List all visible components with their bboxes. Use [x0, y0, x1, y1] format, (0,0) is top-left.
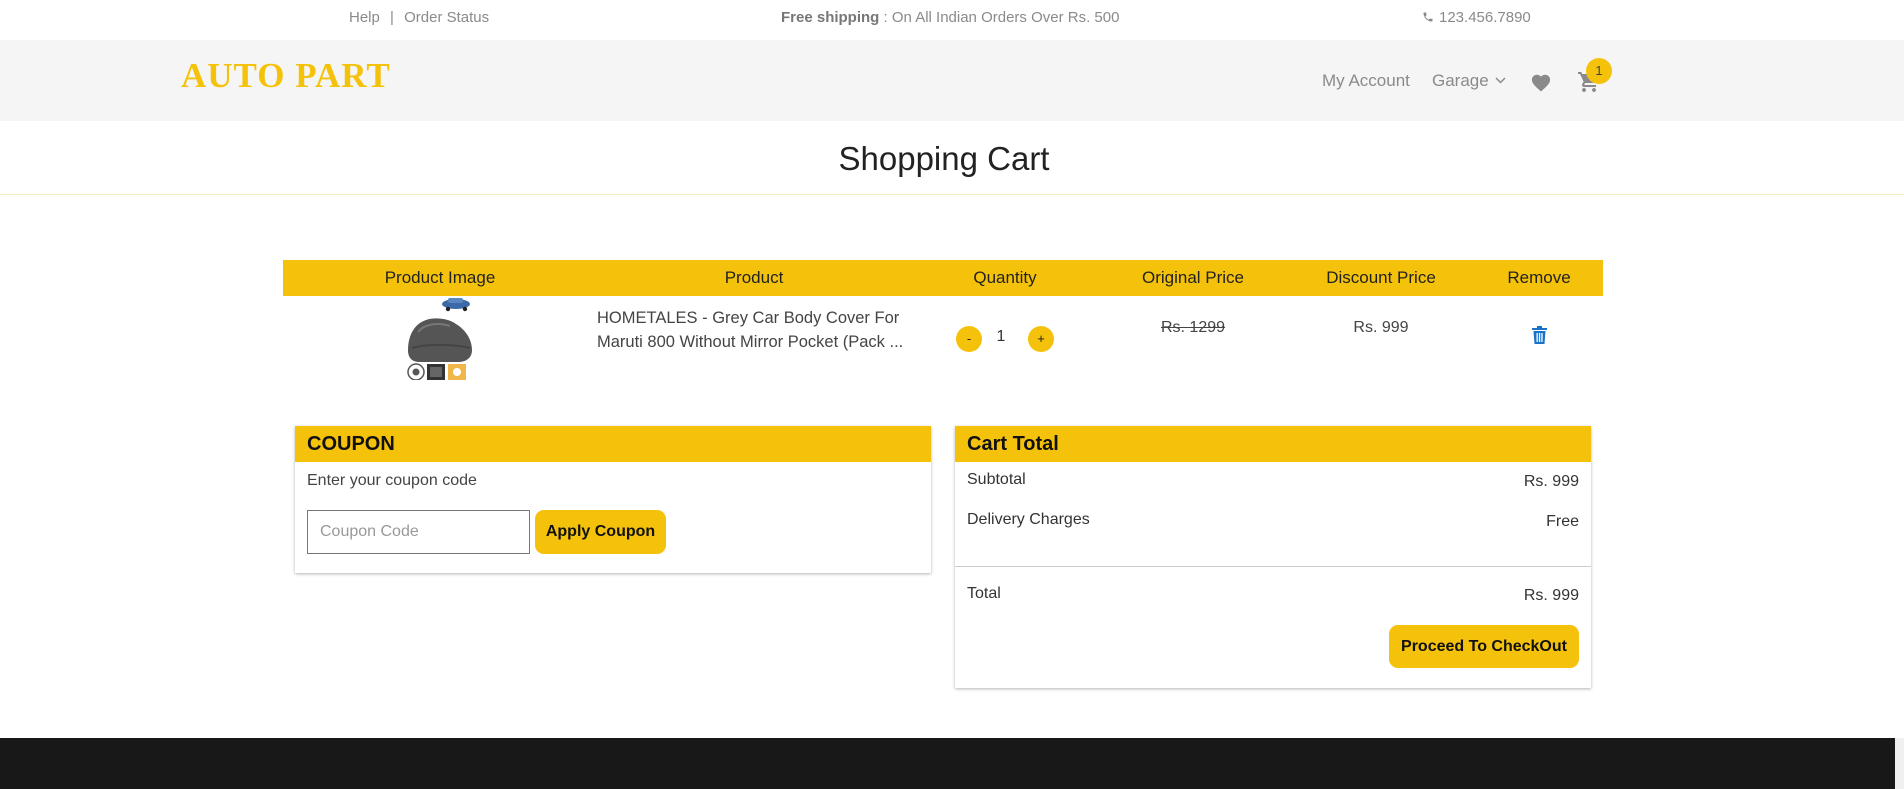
my-account-link[interactable]: My Account — [1322, 71, 1410, 91]
trash-icon[interactable] — [1532, 326, 1547, 344]
coupon-label: Enter your coupon code — [307, 472, 477, 489]
shipping-text: : On All Indian Orders Over Rs. 500 — [879, 9, 1120, 26]
garage-label: Garage — [1432, 71, 1489, 90]
phone-number[interactable]: 123.456.7890 — [1439, 9, 1531, 26]
shipping-notice: Free shipping : On All Indian Orders Ove… — [781, 9, 1119, 26]
order-status-link[interactable]: Order Status — [404, 9, 489, 26]
discount-price: Rs. 999 — [1353, 319, 1409, 336]
increase-quantity-button[interactable]: + — [1028, 326, 1054, 352]
shipping-bold: Free shipping — [781, 9, 880, 26]
total-label: Total — [967, 585, 1001, 602]
phone-icon — [1423, 12, 1433, 22]
logo[interactable]: AUTO PART — [181, 56, 391, 96]
top-bar: Help | Order Status Free shipping : On A… — [0, 0, 1904, 40]
original-price: Rs. 1299 — [1160, 319, 1226, 336]
scrollbar[interactable] — [1895, 738, 1904, 789]
quantity-value: 1 — [996, 328, 1006, 345]
divider — [955, 566, 1591, 567]
coupon-panel: COUPON Enter your coupon code Apply Coup… — [295, 426, 931, 573]
cart-table-header: Product Image Product Quantity Original … — [283, 260, 1603, 296]
delivery-label: Delivery Charges — [967, 511, 1090, 528]
heart-icon[interactable] — [1530, 72, 1552, 92]
chevron-down-icon — [1495, 77, 1506, 84]
phone-contact: 123.456.7890 — [1422, 9, 1531, 26]
decrease-quantity-button[interactable]: - — [956, 326, 982, 352]
column-header-quantity: Quantity — [973, 268, 1037, 287]
help-link[interactable]: Help — [349, 9, 380, 26]
product-name-line-2: Maruti 800 Without Mirror Pocket (Pack .… — [597, 333, 904, 351]
subtotal-label: Subtotal — [967, 471, 1026, 488]
coupon-title: COUPON — [295, 426, 931, 462]
page-title: Shopping Cart — [838, 140, 1050, 177]
car-cover-product-image[interactable] — [404, 296, 476, 380]
coupon-code-input[interactable] — [307, 510, 530, 554]
table-row: HOMETALES - Grey Car Body Cover For Maru… — [283, 296, 1603, 386]
top-links: Help | Order Status — [349, 9, 489, 26]
car-cover-icon — [408, 318, 472, 362]
feature-badges-icon — [407, 363, 466, 380]
column-header-remove: Remove — [1507, 268, 1571, 287]
cart-total-panel: Cart Total Subtotal Rs. 999 Delivery Cha… — [955, 426, 1591, 688]
garage-dropdown[interactable]: Garage — [1432, 71, 1506, 91]
column-header-product: Product — [724, 268, 784, 287]
subtotal-value: Rs. 999 — [1523, 473, 1579, 490]
product-name-link[interactable]: HOMETALES - Grey Car Body Cover For Maru… — [597, 306, 917, 354]
product-name-line-1: HOMETALES - Grey Car Body Cover For — [597, 309, 900, 327]
car-thumbnail-icon — [442, 298, 470, 312]
column-header-original-price: Original Price — [1141, 268, 1245, 287]
cart-count-badge: 1 — [1586, 58, 1612, 84]
proceed-to-checkout-button[interactable]: Proceed To CheckOut — [1389, 625, 1579, 668]
column-header-product-image: Product Image — [384, 268, 496, 287]
total-value: Rs. 999 — [1523, 587, 1579, 604]
delivery-value: Free — [1546, 513, 1579, 530]
site-footer — [0, 738, 1895, 789]
cart-total-title: Cart Total — [955, 426, 1591, 462]
site-header: AUTO PART My Account Garage 1 — [0, 40, 1904, 121]
divider — [0, 194, 1904, 195]
column-header-discount-price: Discount Price — [1326, 268, 1436, 287]
apply-coupon-button[interactable]: Apply Coupon — [535, 510, 666, 554]
separator: | — [390, 9, 394, 26]
